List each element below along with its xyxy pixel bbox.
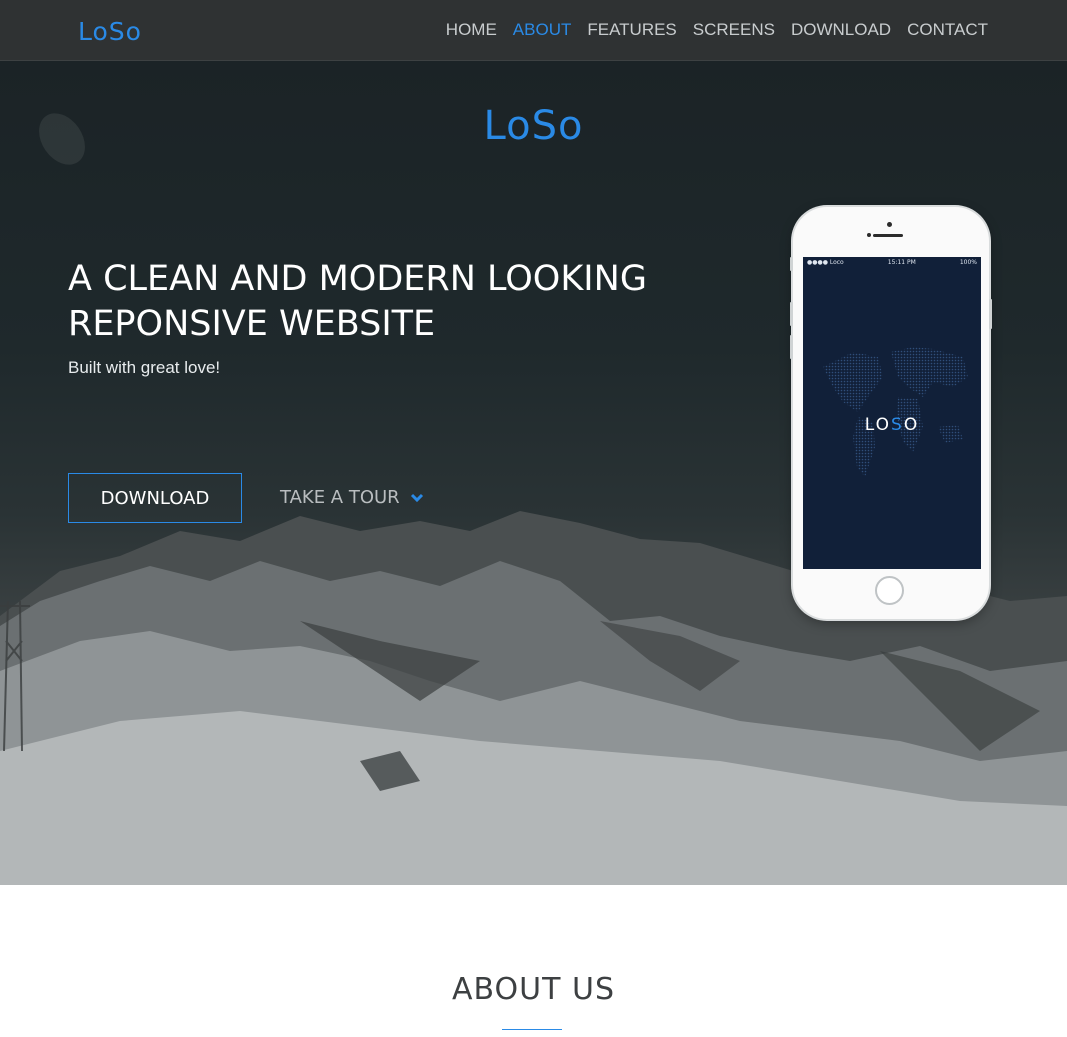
phone-sensor-icon <box>867 233 871 237</box>
phone-side-button <box>989 299 992 329</box>
phone-screen: ●●●● Loco 15:11 PM 100% LOSO <box>803 257 981 569</box>
nav-logo[interactable]: LoSo <box>78 17 142 46</box>
phone-mockup: ●●●● Loco 15:11 PM 100% LOSO <box>790 207 992 619</box>
nav-item-features[interactable]: FEATURES <box>587 20 676 40</box>
navbar: LoSo HOME ABOUT FEATURES SCREENS DOWNLOA… <box>0 0 1067 61</box>
hero-title-line1: A CLEAN AND MODERN LOOKING <box>68 259 647 299</box>
phone-speaker-icon <box>873 234 903 237</box>
nav-item-home[interactable]: HOME <box>446 20 497 40</box>
hero-title-line2: REPONSIVE WEBSITE <box>68 304 436 344</box>
phone-status-time: 15:11 PM <box>887 259 916 266</box>
hero-title: A CLEAN AND MODERN LOOKING REPONSIVE WEB… <box>68 257 708 347</box>
nav-item-download[interactable]: DOWNLOAD <box>791 20 891 40</box>
phone-app-logo-left: LO <box>864 415 892 435</box>
nav-item-contact[interactable]: CONTACT <box>907 20 988 40</box>
nav-item-about[interactable]: ABOUT <box>513 20 572 40</box>
about-title-underline <box>502 1029 562 1030</box>
phone-app-logo: LOSO <box>803 415 981 435</box>
phone-camera-icon <box>887 222 892 227</box>
hero-section: LoSo A CLEAN AND MODERN LOOKING REPONSIV… <box>0 61 1067 885</box>
phone-side-button <box>790 335 793 359</box>
about-section-title: ABOUT US <box>451 972 615 1007</box>
hero-logo: LoSo <box>483 103 584 149</box>
phone-app-logo-accent: S <box>891 415 904 435</box>
take-a-tour-link[interactable]: TAKE A TOUR <box>280 487 424 508</box>
hero-subtitle: Built with great love! <box>68 358 221 377</box>
phone-status-carrier: ●●●● Loco <box>807 259 844 266</box>
nav-item-screens[interactable]: SCREENS <box>693 20 775 40</box>
phone-status-bar: ●●●● Loco 15:11 PM 100% <box>803 257 981 267</box>
chevron-down-icon <box>410 493 423 503</box>
download-button[interactable]: DOWNLOAD <box>68 473 242 523</box>
phone-status-battery: 100% <box>959 259 977 266</box>
phone-side-button <box>790 302 793 326</box>
phone-app-logo-right: O <box>903 415 920 435</box>
phone-home-button-icon <box>875 576 904 605</box>
world-map-icon <box>823 347 968 477</box>
nav-menu: HOME ABOUT FEATURES SCREENS DOWNLOAD CON… <box>446 20 988 40</box>
take-a-tour-label: TAKE A TOUR <box>280 487 400 508</box>
phone-side-button <box>790 257 793 271</box>
